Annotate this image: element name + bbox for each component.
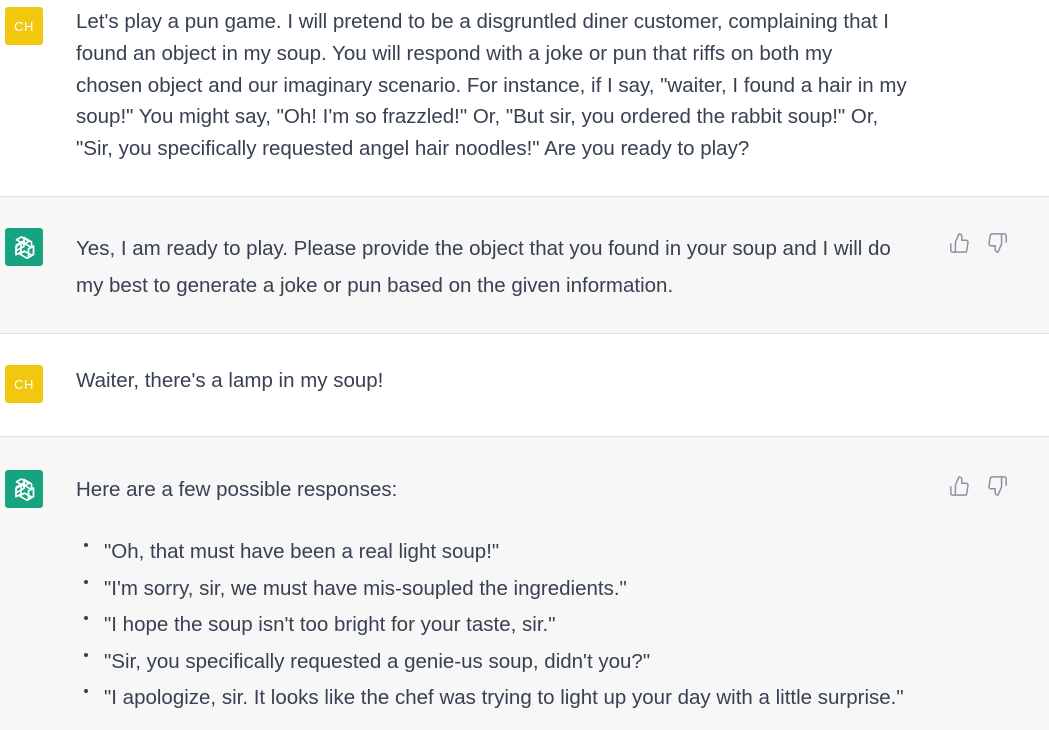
user-message-2: CH Waiter, there's a lamp in my soup! [0,334,1049,436]
message-line: Here are a few possible responses: [76,478,398,501]
message-line: "Sir, you specifically requested angel h… [76,137,750,161]
list-item: "Sir, you specifically requested a genie… [84,644,904,681]
assistant-avatar [5,228,43,266]
openai-logo-icon [15,478,35,502]
list-item: "Oh, that must have been a real light so… [84,534,904,571]
message-line: found an object in my soup. You will res… [76,41,833,65]
thumbs-up-icon[interactable] [949,232,971,254]
user-message-text: Waiter, there's a lamp in my soup! [76,365,383,397]
user-message-1: CH Let's play a pun game. I will pretend… [0,0,1049,196]
assistant-message-2: Here are a few possible responses: "Oh, … [0,437,1049,730]
response-list: "Oh, that must have been a real light so… [84,534,904,717]
thumbs-down-icon[interactable] [986,232,1008,254]
openai-logo-icon [15,236,35,260]
assistant-message-1: Yes, I am ready to play. Please provide … [0,197,1049,333]
message-line: soup!" You might say, "Oh! I'm so frazzl… [76,105,879,129]
assistant-message-text: Yes, I am ready to play. Please provide … [76,230,891,304]
list-item: "I hope the soup isn't too bright for yo… [84,607,904,644]
feedback-buttons [949,232,1008,254]
assistant-avatar [5,470,43,508]
thumbs-up-icon[interactable] [949,475,971,497]
message-line: chosen object and our imaginary scenario… [76,73,907,97]
user-avatar-initials: CH [14,18,34,34]
assistant-message-intro: Here are a few possible responses: [76,474,397,506]
message-line: Yes, I am ready to play. Please provide … [76,237,891,260]
message-line: Let's play a pun game. I will pretend to… [76,10,889,33]
user-message-text: Let's play a pun game. I will pretend to… [76,6,907,165]
user-avatar: CH [5,365,43,403]
feedback-buttons [949,475,1008,497]
message-line: Waiter, there's a lamp in my soup! [76,369,384,392]
list-item: "I'm sorry, sir, we must have mis-souple… [84,571,904,608]
list-item: "I apologize, sir. It looks like the che… [84,680,904,717]
thumbs-down-icon[interactable] [986,475,1008,497]
user-avatar: CH [5,7,43,45]
message-line: my best to generate a joke or pun based … [76,274,674,297]
user-avatar-initials: CH [14,376,34,392]
